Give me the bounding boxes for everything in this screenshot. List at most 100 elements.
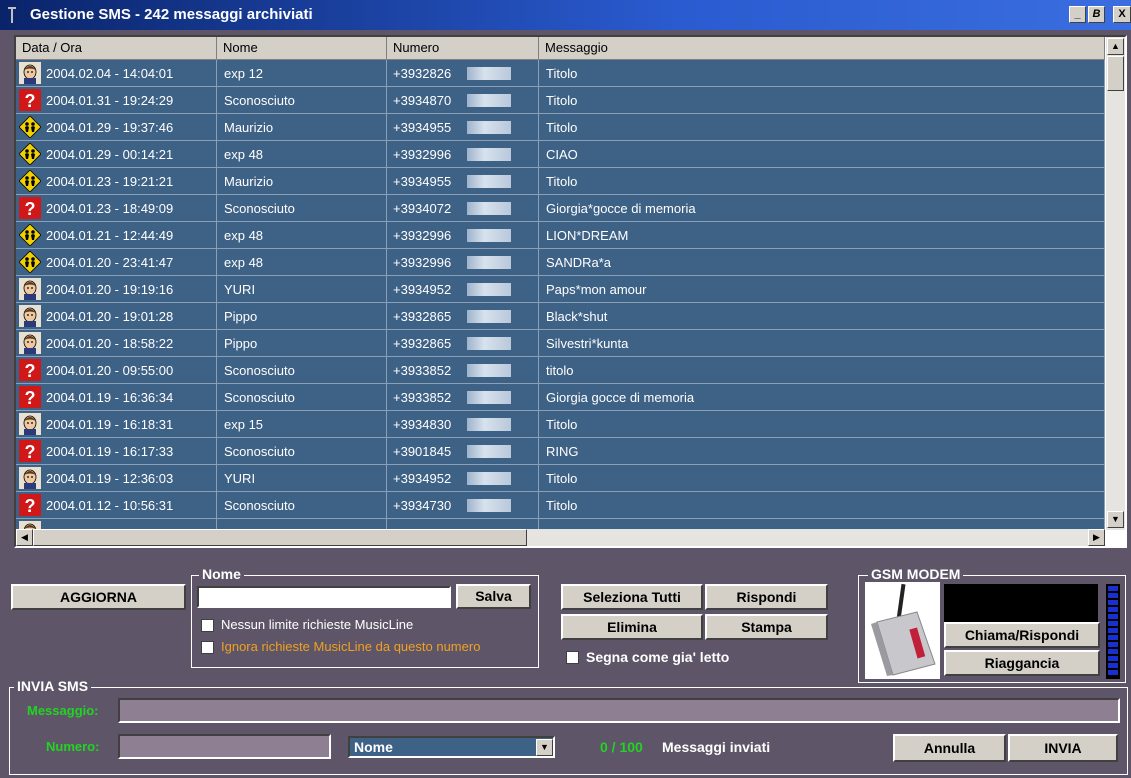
redacted-digits [467, 175, 511, 188]
table-row[interactable]: ? 2004.01.31 - 19:24:29 Sconosciuto +393487… [16, 87, 1105, 114]
table-row[interactable]: 2004.01.20 - 23:41:47 exp 48 +3932996 SANDR… [16, 249, 1105, 276]
table-row[interactable]: 2004.02.04 - 14:04:01 exp 12 +3932826 Titol… [16, 60, 1105, 87]
date-cell: ? 2004.01.19 - 16:36:34 [16, 384, 217, 411]
no-limit-label: Nessun limite richieste MusicLine [221, 617, 414, 632]
table-row[interactable]: ? 2004.01.19 - 16:36:34 Sconosciuto +393385… [16, 384, 1105, 411]
date-text: 2004.01.20 - 19:01:28 [46, 309, 174, 324]
message-cell: Paps*mon amour [539, 276, 1105, 303]
scroll-left-arrow-icon[interactable]: ◀ [16, 529, 33, 546]
date-cell: 2004.01.29 - 19:37:46 [16, 114, 217, 141]
number-text: +3934072 [393, 201, 452, 216]
redacted-digits [467, 229, 511, 242]
number-cell: +3932996 [387, 222, 539, 249]
date-text: 2004.01.19 - 16:17:33 [46, 444, 174, 459]
horizontal-scroll-thumb[interactable] [33, 529, 527, 546]
vertical-scroll-thumb[interactable] [1107, 56, 1124, 91]
redacted-digits [467, 418, 511, 431]
number-cell: +3932996 [387, 141, 539, 168]
save-button[interactable]: Salva [456, 584, 531, 609]
cancel-button[interactable]: Annulla [893, 734, 1006, 762]
redacted-digits [467, 121, 511, 134]
number-input[interactable] [118, 734, 331, 759]
minimize-button[interactable]: _ [1069, 6, 1086, 23]
date-text: 2004.01.20 - 23:41:47 [46, 255, 174, 270]
gsm-modem-label: GSM MODEM [868, 566, 964, 582]
horizontal-scrollbar[interactable]: ◀ ▶ [16, 529, 1105, 546]
number-text: +3933852 [393, 390, 452, 405]
table-row[interactable]: 2004.01.23 - 19:21:21 Maurizio +3934955 Tit… [16, 168, 1105, 195]
window-title: Gestione SMS - 242 messaggi archiviati [30, 6, 313, 23]
number-cell: +3934830 [387, 411, 539, 438]
name-cell: Pippo [217, 330, 387, 357]
column-header-message[interactable]: Messaggio [539, 37, 1105, 60]
column-header-date[interactable]: Data / Ora [16, 37, 217, 60]
send-sms-label: INVIA SMS [14, 678, 92, 694]
call-answer-button[interactable]: Chiama/Rispondi [944, 622, 1100, 648]
messages-grid[interactable]: Data / Ora Nome Numero Messaggio 2004.02… [14, 35, 1127, 548]
name-cell: Sconosciuto [217, 492, 387, 519]
table-row[interactable]: 2004.01.19 - 16:18:31 exp 15 +3934830 Titol… [16, 411, 1105, 438]
reply-button[interactable]: Rispondi [705, 584, 828, 610]
ignore-requests-checkbox[interactable] [201, 641, 214, 654]
unknown-icon: ? [19, 386, 41, 408]
name-input[interactable] [197, 586, 451, 608]
maximize-button[interactable]: B [1088, 6, 1105, 23]
date-cell: 2004.01.21 - 12:44:49 [16, 222, 217, 249]
person-icon [19, 332, 41, 354]
close-button[interactable]: X [1113, 6, 1131, 23]
group-icon [18, 169, 42, 193]
scroll-up-arrow-icon[interactable]: ▲ [1107, 38, 1124, 55]
select-all-button[interactable]: Seleziona Tutti [561, 584, 703, 610]
table-row[interactable]: 2004.01.19 - 12:36:03 YURI +3934952 Titolo [16, 465, 1105, 492]
modem-image [865, 582, 940, 679]
hang-up-button[interactable]: Riaggancia [944, 650, 1100, 676]
table-row[interactable]: ? 2004.01.20 - 09:55:00 Sconosciuto +393385… [16, 357, 1105, 384]
message-label: Messaggio: [27, 703, 99, 718]
table-row[interactable]: 2004.01.29 - 19:37:46 Maurizio +3934955 Tit… [16, 114, 1105, 141]
date-cell: ? 2004.01.12 - 10:56:31 [16, 492, 217, 519]
date-text: 2004.01.23 - 18:49:09 [46, 201, 174, 216]
dropdown-arrow-icon[interactable]: ▼ [536, 739, 553, 756]
table-row[interactable]: 2004.01.20 - 18:58:22 Pippo +3932865 Silves… [16, 330, 1105, 357]
number-cell: +3932996 [387, 249, 539, 276]
name-select[interactable]: Nome ▼ [348, 736, 555, 758]
name-cell: YURI [217, 465, 387, 492]
group-icon [18, 250, 42, 274]
table-row[interactable]: ? 2004.01.12 - 10:56:31 Sconosciuto +393473… [16, 492, 1105, 519]
scroll-down-arrow-icon[interactable]: ▼ [1107, 511, 1124, 528]
number-text: +3934955 [393, 174, 452, 189]
message-cell: Titolo [539, 492, 1105, 519]
column-header-name[interactable]: Nome [217, 37, 387, 60]
person-icon [19, 467, 41, 489]
date-cell: ? 2004.01.31 - 19:24:29 [16, 87, 217, 114]
mark-read-checkbox[interactable] [566, 651, 579, 664]
date-text: 2004.01.19 - 16:18:31 [46, 417, 174, 432]
table-row[interactable]: ? 2004.01.19 - 16:17:33 Sconosciuto +390184… [16, 438, 1105, 465]
redacted-digits [467, 310, 511, 323]
table-row[interactable]: 2004.01.21 - 12:44:49 exp 48 +3932996 LION*… [16, 222, 1105, 249]
table-row[interactable]: 2004.01.29 - 00:14:21 exp 48 +3932996 CIAO [16, 141, 1105, 168]
no-limit-checkbox[interactable] [201, 619, 214, 632]
scroll-right-arrow-icon[interactable]: ▶ [1088, 529, 1105, 546]
signal-meter-fill [1108, 586, 1118, 677]
message-cell: Titolo [539, 168, 1105, 195]
number-text: +3932996 [393, 228, 452, 243]
number-text: +3934952 [393, 282, 452, 297]
date-text: 2004.01.20 - 18:58:22 [46, 336, 174, 351]
column-header-number[interactable]: Numero [387, 37, 539, 60]
table-row[interactable]: 2004.01.20 - 19:19:16 YURI +3934952 Paps*mo… [16, 276, 1105, 303]
date-text: 2004.01.20 - 09:55:00 [46, 363, 174, 378]
message-cell: Giorgia*gocce di memoria [539, 195, 1105, 222]
delete-button[interactable]: Elimina [561, 614, 703, 640]
name-cell: Sconosciuto [217, 384, 387, 411]
number-label: Numero: [46, 739, 100, 754]
table-row[interactable]: 2004.01.20 - 19:01:28 Pippo +3932865 Black*… [16, 303, 1105, 330]
refresh-button[interactable]: AGGIORNA [11, 584, 186, 610]
name-cell: Maurizio [217, 114, 387, 141]
message-input[interactable] [118, 698, 1120, 723]
date-cell: 2004.01.29 - 00:14:21 [16, 141, 217, 168]
table-row[interactable]: ? 2004.01.23 - 18:49:09 Sconosciuto +393407… [16, 195, 1105, 222]
print-button[interactable]: Stampa [705, 614, 828, 640]
vertical-scrollbar[interactable]: ▲ ▼ [1106, 37, 1125, 530]
send-button[interactable]: INVIA [1008, 734, 1118, 762]
